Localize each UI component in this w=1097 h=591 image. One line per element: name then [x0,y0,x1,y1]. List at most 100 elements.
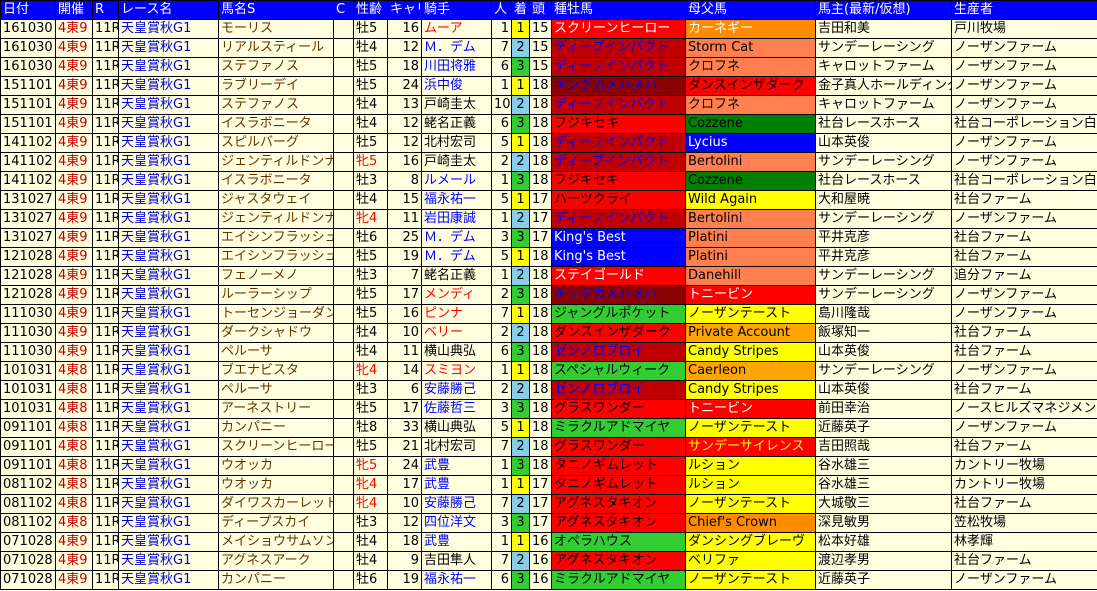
race-results-table: 日付開催Rレース名馬名SC性齢キャリア騎手人着頭種牡馬母父馬馬主(最新/仮想)生… [0,0,1097,590]
table-row[interactable]: 151101 4東9 11R 天皇賞秋G1 イスラボニータ 牡4 12 蛯名正義 6 3 18 フジキ… [0,114,1097,134]
race-number-cell: 11R [92,38,119,58]
owner-cell: 近藤英子 [815,418,952,438]
col-owner-header[interactable]: 馬主(最新/仮想) [815,0,952,20]
col-jockey-header[interactable]: 騎手 [421,0,492,20]
field-size-cell: 18 [529,95,552,115]
date-cell: 121028 [0,285,56,305]
date-cell: 081102 [0,494,56,514]
owner-cell: 大和屋暁 [815,190,952,210]
col-sexage-header[interactable]: 性齢 [353,0,388,20]
sex-age-cell: 牡5 [353,437,388,457]
col-pop-header[interactable]: 人 [491,0,512,20]
table-row[interactable]: 091101 4東8 11R 天皇賞秋G1 スクリーンヒーロー 牡5 21 北村宏司 7 2 18 グ… [0,437,1097,457]
damsire-cell: クロフネ [685,95,816,115]
table-row[interactable]: 111030 4東9 11R 天皇賞秋G1 ダークシャドウ 牡4 10 ベリー 2 2 18 ダンスイ… [0,323,1097,343]
c-cell [333,152,354,172]
col-race-header[interactable]: レース名 [118,0,219,20]
sire-cell: ディープインパクト [551,57,686,77]
owner-cell: 渡辺孝男 [815,551,952,571]
col-heads-header[interactable]: 頭 [529,0,552,20]
field-size-cell: 18 [529,399,552,419]
table-row[interactable]: 121028 4東9 11R 天皇賞秋G1 エイシンフラッシュ 牡5 19 Ｍ．デム 5 1 18 K… [0,247,1097,267]
table-row[interactable]: 151101 4東9 11R 天皇賞秋G1 ラブリーデイ 牡5 24 浜中俊 1 1 18 キングカメ… [0,76,1097,96]
table-row[interactable]: 151101 4東9 11R 天皇賞秋G1 ステファノス 牡4 13 戸崎圭太 10 2 18 ディー… [0,95,1097,115]
table-row[interactable]: 131027 4東9 11R 天皇賞秋G1 ジャスタウェイ 牡4 15 福永祐一 5 1 17 ハーツ… [0,190,1097,210]
table-row[interactable]: 161030 4東9 11R 天皇賞秋G1 ステファノス 牡5 18 川田将雅 6 3 15 ディープ… [0,57,1097,77]
col-c-header[interactable]: C [333,0,354,20]
sex-age-cell: 牡5 [353,304,388,324]
venue-cell: 4東9 [55,114,93,134]
damsire-cell: Platini [685,247,816,267]
popularity-cell: 1 [491,19,512,39]
breeder-cell: 笠松牧場 [951,513,1097,533]
table-row[interactable]: 081102 4東8 11R 天皇賞秋G1 ウオッカ 牝4 17 武豊 1 1 17 タニノギムレット… [0,475,1097,495]
horse-name-cell: カンパニー [218,570,334,590]
table-row[interactable]: 071028 4東9 11R 天皇賞秋G1 アグネスアーク 牡4 9 吉田隼人 7 2 16 アグネス… [0,551,1097,571]
table-row[interactable]: 101031 4東8 11R 天皇賞秋G1 ブエナビスタ 牝4 14 スミヨン 1 1 18 スペシャ… [0,361,1097,381]
table-row[interactable]: 131027 4東9 11R 天皇賞秋G1 ジェンティルドンナ 牝4 11 岩田康誠 1 2 17 デ… [0,209,1097,229]
col-sire-header[interactable]: 種牡馬 [551,0,686,20]
race-number-cell: 11R [92,190,119,210]
jockey-cell: ムーア [421,19,492,39]
race-name-cell: 天皇賞秋G1 [118,76,219,96]
col-damsire-header[interactable]: 母父馬 [685,0,816,20]
career-cell: 12 [387,38,422,58]
table-row[interactable]: 101031 4東8 11R 天皇賞秋G1 ペルーサ 牡3 6 安藤勝己 2 2 18 ゼンノロブロイ… [0,380,1097,400]
race-number-cell: 11R [92,209,119,229]
popularity-cell: 3 [491,228,512,248]
table-row[interactable]: 161030 4東9 11R 天皇賞秋G1 リアルスティール 牡4 12 Ｍ．デム 7 2 15 ディ… [0,38,1097,58]
table-row[interactable]: 101031 4東8 11R 天皇賞秋G1 アーネストリー 牡5 17 佐藤哲三 3 3 18 グラス… [0,399,1097,419]
breeder-cell: 社台コーポレーション白老ファーム [951,171,1097,191]
table-row[interactable]: 161030 4東9 11R 天皇賞秋G1 モーリス 牡5 16 ムーア 1 1 15 スクリーンヒー… [0,19,1097,39]
c-cell [333,323,354,343]
table-row[interactable]: 081102 4東8 11R 天皇賞秋G1 ダイワスカーレット 牝4 10 安藤勝己 7 2 17 ア… [0,494,1097,514]
table-row[interactable]: 071028 4東9 11R 天皇賞秋G1 カンパニー 牡6 19 福永祐一 6 3 16 ミラクルア… [0,570,1097,590]
damsire-cell: Platini [685,228,816,248]
date-cell: 151101 [0,76,56,96]
table-row[interactable]: 081102 4東8 11R 天皇賞秋G1 ディープスカイ 牡3 12 四位洋文 3 3 17 アグネ… [0,513,1097,533]
career-cell: 14 [387,361,422,381]
c-cell [333,266,354,286]
table-row[interactable]: 121028 4東9 11R 天皇賞秋G1 フェノーメノ 牡3 7 蛯名正義 1 2 18 ステイゴー… [0,266,1097,286]
sire-cell: ディープインパクト [551,38,686,58]
race-name-cell: 天皇賞秋G1 [118,285,219,305]
horse-name-cell: ディープスカイ [218,513,334,533]
popularity-cell: 6 [491,57,512,77]
col-venue-header[interactable]: 開催 [55,0,93,20]
horse-name-cell: ダイワスカーレット [218,494,334,514]
damsire-cell: ルション [685,456,816,476]
date-cell: 121028 [0,247,56,267]
table-row[interactable]: 091101 4東8 11R 天皇賞秋G1 カンパニー 牡8 33 横山典弘 5 1 18 ミラクルア… [0,418,1097,438]
breeder-cell: ノーザンファーム [951,361,1097,381]
career-cell: 33 [387,418,422,438]
date-cell: 161030 [0,57,56,77]
damsire-cell: Bertolini [685,209,816,229]
owner-cell: サンデーレーシング [815,285,952,305]
owner-cell: 社台レースホース [815,114,952,134]
table-row[interactable]: 131027 4東9 11R 天皇賞秋G1 エイシンフラッシュ 牡6 25 Ｍ．デム 3 3 17 K… [0,228,1097,248]
col-r-header[interactable]: R [92,0,119,20]
table-row[interactable]: 141102 4東9 11R 天皇賞秋G1 イスラボニータ 牡3 8 ルメール 1 3 18 フジキセ… [0,171,1097,191]
horse-name-cell: カンパニー [218,418,334,438]
table-row[interactable]: 071028 4東9 11R 天皇賞秋G1 メイショウサムソン 牡4 18 武豊 1 1 16 オペラ… [0,532,1097,552]
col-date-header[interactable]: 日付 [0,0,56,20]
sire-cell: ミラクルアドマイヤ [551,418,686,438]
venue-cell: 4東8 [55,361,93,381]
col-fin-header[interactable]: 着 [511,0,530,20]
popularity-cell: 7 [491,38,512,58]
damsire-cell: ノーザンテースト [685,418,816,438]
table-row[interactable]: 111030 4東9 11R 天皇賞秋G1 トーセンジョーダン 牡5 16 ピンナ 7 1 18 ジャ… [0,304,1097,324]
col-breeder-header[interactable]: 生産者 [951,0,1097,20]
table-row[interactable]: 121028 4東9 11R 天皇賞秋G1 ルーラーシップ 牡5 17 メンディ 2 3 18 キング… [0,285,1097,305]
sire-cell: タニノギムレット [551,456,686,476]
col-horse-header[interactable]: 馬名S [218,0,334,20]
col-career-header[interactable]: キャリア [387,0,422,20]
sire-cell: ダンスインザダーク [551,323,686,343]
career-cell: 24 [387,76,422,96]
table-row[interactable]: 091101 4東8 11R 天皇賞秋G1 ウオッカ 牝5 24 武豊 1 3 18 タニノギムレット… [0,456,1097,476]
table-row[interactable]: 111030 4東9 11R 天皇賞秋G1 ペルーサ 牡4 11 横山典弘 6 3 18 ゼンノロブロ… [0,342,1097,362]
race-number-cell: 11R [92,399,119,419]
table-row[interactable]: 141102 4東9 11R 天皇賞秋G1 スピルバーグ 牡5 12 北村宏司 5 1 18 ディープ… [0,133,1097,153]
horse-name-cell: ペルーサ [218,342,334,362]
table-row[interactable]: 141102 4東9 11R 天皇賞秋G1 ジェンティルドンナ 牝5 16 戸崎圭太 2 2 18 デ… [0,152,1097,172]
